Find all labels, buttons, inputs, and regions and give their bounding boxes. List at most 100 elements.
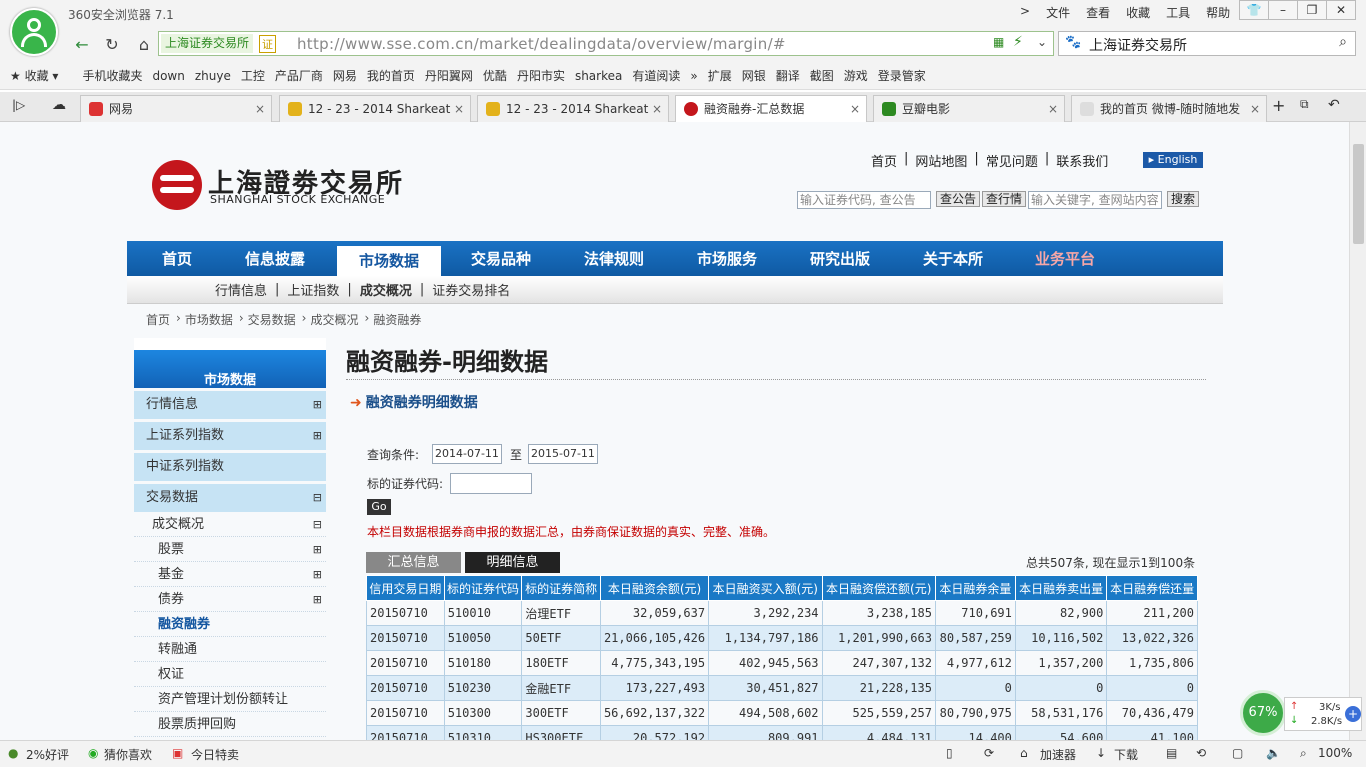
vertical-scrollbar[interactable] <box>1349 122 1366 740</box>
bookmark-gongkong[interactable]: 工控 <box>241 67 265 84</box>
bookmark-sharkea[interactable]: sharkea <box>575 69 622 83</box>
sidebar-item-csi-index[interactable]: 中证系列指数 <box>134 453 326 481</box>
nav-about[interactable]: 关于本所 <box>905 241 1001 276</box>
date-to-input[interactable]: 2015-07-11 <box>528 444 598 464</box>
home-icon[interactable]: ⌂ <box>132 34 156 56</box>
today-deals-link[interactable]: 今日特卖 <box>191 746 239 763</box>
guess-link[interactable]: 猜你喜欢 <box>104 746 152 763</box>
link-faq[interactable]: 常见问题 <box>979 151 1045 170</box>
sidebar-sub-stocks[interactable]: 股票 ⊞ <box>134 537 326 562</box>
bookmark-youku[interactable]: 优酷 <box>483 67 507 84</box>
browser-logo-icon[interactable] <box>10 8 58 56</box>
announce-button[interactable]: 查公告 <box>936 191 981 207</box>
security-code-input[interactable] <box>450 473 532 494</box>
sidebar-item-trading-data[interactable]: 交易数据 ⊟ <box>134 484 326 512</box>
crumb-market-data[interactable]: 市场数据 <box>185 311 233 328</box>
collapse-icon[interactable]: ⊟ <box>313 484 322 512</box>
chevron-down-icon[interactable]: ⌄ <box>1037 35 1047 49</box>
address-input[interactable]: 上海证券交易所 证 http://www.sse.com.cn/market/d… <box>158 31 1054 56</box>
download-icon[interactable]: ↓ <box>1096 746 1106 760</box>
qrcode-icon[interactable]: ▦ <box>993 35 1004 49</box>
tab-douban[interactable]: 豆瓣电影 × <box>873 95 1065 122</box>
maximize-button[interactable]: ❐ <box>1297 0 1327 20</box>
undo-close-icon[interactable]: ↶ <box>1328 97 1340 113</box>
link-contact[interactable]: 联系我们 <box>1049 151 1115 170</box>
new-tab-icon[interactable]: + <box>1272 96 1285 115</box>
expand-icon[interactable]: ⊞ <box>313 562 322 587</box>
zoom-level[interactable]: 100% <box>1318 746 1352 760</box>
sidebar-item-sse-index[interactable]: 上证系列指数 ⊞ <box>134 422 326 450</box>
collapse-icon[interactable]: ⊟ <box>313 512 322 537</box>
subnav-ranking[interactable]: 证券交易排名 <box>424 280 518 299</box>
volume-icon[interactable]: 🔈 <box>1266 746 1281 760</box>
expand-icon[interactable]: ⊞ <box>313 422 322 450</box>
network-gauge[interactable]: 67% <box>1240 690 1286 736</box>
tab-weibo[interactable]: 我的首页 微博-随时随地发 × <box>1071 95 1267 122</box>
close-tab-icon[interactable]: × <box>255 96 265 122</box>
accelerator-link[interactable]: 加速器 <box>1040 746 1076 763</box>
url-text[interactable]: http://www.sse.com.cn/market/dealingdata… <box>297 35 786 53</box>
crumb-margin[interactable]: 融资融券 <box>373 311 421 328</box>
bookmark-screenshot[interactable]: 截图 <box>810 67 834 84</box>
close-tab-icon[interactable]: × <box>454 96 464 122</box>
zoom-icon[interactable]: ⌕ <box>1300 746 1307 761</box>
add-icon[interactable]: + <box>1345 706 1361 722</box>
subnav-index[interactable]: 上证指数 <box>279 280 347 299</box>
search-box[interactable]: 🐾 上海证券交易所 ⌕ <box>1058 31 1356 56</box>
download-link[interactable]: 下载 <box>1114 746 1138 763</box>
date-from-input[interactable]: 2014-07-11 <box>432 444 502 464</box>
sidebar-sub-overview[interactable]: 成交概况 ⊟ <box>134 512 326 537</box>
close-tab-icon[interactable]: × <box>652 96 662 122</box>
close-tab-icon[interactable]: × <box>1250 96 1260 122</box>
site-search-button[interactable]: 搜索 <box>1167 191 1200 207</box>
history-icon[interactable]: ⟲ <box>1196 746 1206 760</box>
tab-sharkeat-1[interactable]: 12 - 23 - 2014 Sharkeat × <box>279 95 471 122</box>
nav-research[interactable]: 研究出版 <box>792 241 888 276</box>
sidebar-sub-refinancing[interactable]: 转融通 <box>134 637 326 662</box>
tab-summary[interactable]: 汇总信息 <box>366 552 461 573</box>
sidebar-item-quotes[interactable]: 行情信息 ⊞ <box>134 391 326 419</box>
sidebar-sub-margin[interactable]: 融资融券 <box>134 612 326 637</box>
english-button[interactable]: ▸ English <box>1143 152 1203 168</box>
mobile-icon[interactable]: ▯ <box>946 746 953 760</box>
nav-products[interactable]: 交易品种 <box>453 241 549 276</box>
nav-services[interactable]: 市场服务 <box>679 241 775 276</box>
bookmark-login-manager[interactable]: 登录管家 <box>878 67 926 84</box>
bookmark-danyang-city[interactable]: 丹阳市实 <box>517 67 565 84</box>
search-query[interactable]: 上海证券交易所 <box>1089 35 1187 55</box>
site-search-input[interactable]: 输入关键字, 查网站内容 <box>1028 191 1162 209</box>
close-tab-icon[interactable]: × <box>850 96 860 122</box>
bookmark-vendors[interactable]: 产品厂商 <box>275 67 323 84</box>
sidebar-sub-bonds[interactable]: 债券 ⊞ <box>134 587 326 612</box>
subnav-quotes[interactable]: 行情信息 <box>207 280 275 299</box>
menu-help[interactable]: 帮助 <box>1204 4 1232 21</box>
window-icon[interactable]: ▢ <box>1232 746 1243 760</box>
expand-icon[interactable]: ⊞ <box>313 391 322 419</box>
menu-tools[interactable]: 工具 <box>1164 4 1192 21</box>
minimize-button[interactable]: – <box>1268 0 1298 20</box>
tab-netease[interactable]: 网易 × <box>80 95 272 122</box>
bookmark-extensions[interactable]: 扩展 <box>708 67 732 84</box>
tab-sse-margin[interactable]: 融资融券-汇总数据 × <box>675 95 867 122</box>
go-button[interactable]: Go <box>367 499 391 515</box>
subnav-overview[interactable]: 成交概况 <box>352 280 420 299</box>
crumb-overview[interactable]: 成交概况 <box>310 311 358 328</box>
bookmark-myhome[interactable]: 我的首页 <box>367 67 415 84</box>
bookmark-zhuye[interactable]: zhuye <box>195 69 231 83</box>
speed-mode-icon[interactable]: ⚡ <box>1013 34 1023 50</box>
rating-text[interactable]: 2%好评 <box>26 746 69 763</box>
sidebar-sub-warrants[interactable]: 权证 <box>134 662 326 687</box>
sidebar-sub-funds[interactable]: 基金 ⊞ <box>134 562 326 587</box>
sse-logo-icon[interactable] <box>152 160 202 210</box>
quote-button[interactable]: 查行情 <box>982 191 1027 207</box>
search-icon[interactable]: ⌕ <box>1339 34 1347 50</box>
menu-view[interactable]: 查看 <box>1084 4 1112 21</box>
cert-icon[interactable]: 证 <box>259 35 276 53</box>
expand-icon[interactable]: ⊞ <box>313 587 322 612</box>
nav-business-platform[interactable]: 业务平台 <box>1017 241 1113 276</box>
nav-disclosure[interactable]: 信息披露 <box>227 241 323 276</box>
crumb-trading-data[interactable]: 交易数据 <box>248 311 296 328</box>
skin-icon[interactable]: 👕 <box>1239 0 1269 20</box>
bookmark-down[interactable]: down <box>152 69 184 83</box>
nav-rules[interactable]: 法律规则 <box>566 241 662 276</box>
